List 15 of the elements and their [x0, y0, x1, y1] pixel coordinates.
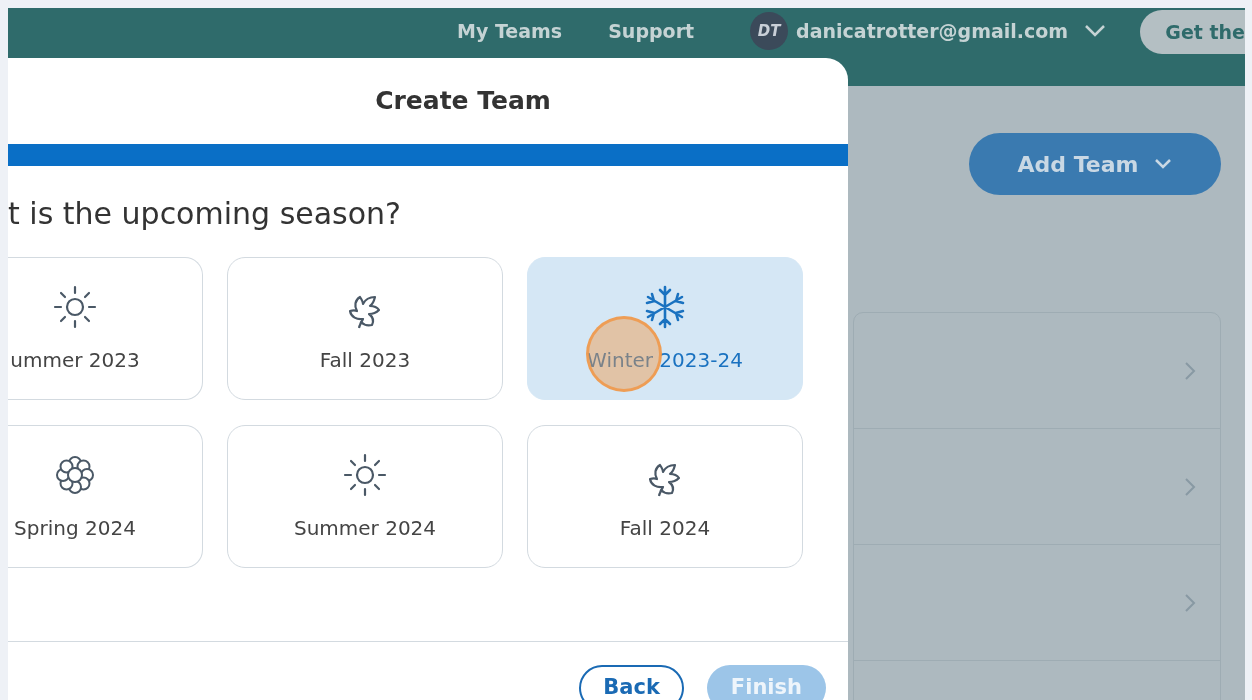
nav-link[interactable]: Support — [608, 16, 695, 46]
account-email[interactable]: danicatrotter@gmail.com — [796, 16, 1069, 46]
season-option[interactable]: Spring 2024 — [8, 425, 203, 568]
nav-link[interactable]: My Teams — [457, 16, 563, 46]
season-option[interactable]: ummer 2023 — [8, 257, 203, 400]
add-team-button[interactable]: Add Team — [969, 133, 1221, 195]
question-heading: t is the upcoming season? — [8, 195, 403, 233]
back-button[interactable]: Back — [579, 665, 684, 700]
dialog-title: Create Team — [374, 85, 552, 118]
season-option[interactable]: Fall 2023 — [227, 257, 503, 400]
get-app-button[interactable]: Get the — [1140, 10, 1245, 54]
avatar: DT — [750, 12, 789, 50]
season-option[interactable]: Summer 2024 — [227, 425, 503, 568]
season-option[interactable]: Fall 2024 — [527, 425, 803, 568]
season-option[interactable]: Winter 2023-24 — [527, 257, 803, 400]
